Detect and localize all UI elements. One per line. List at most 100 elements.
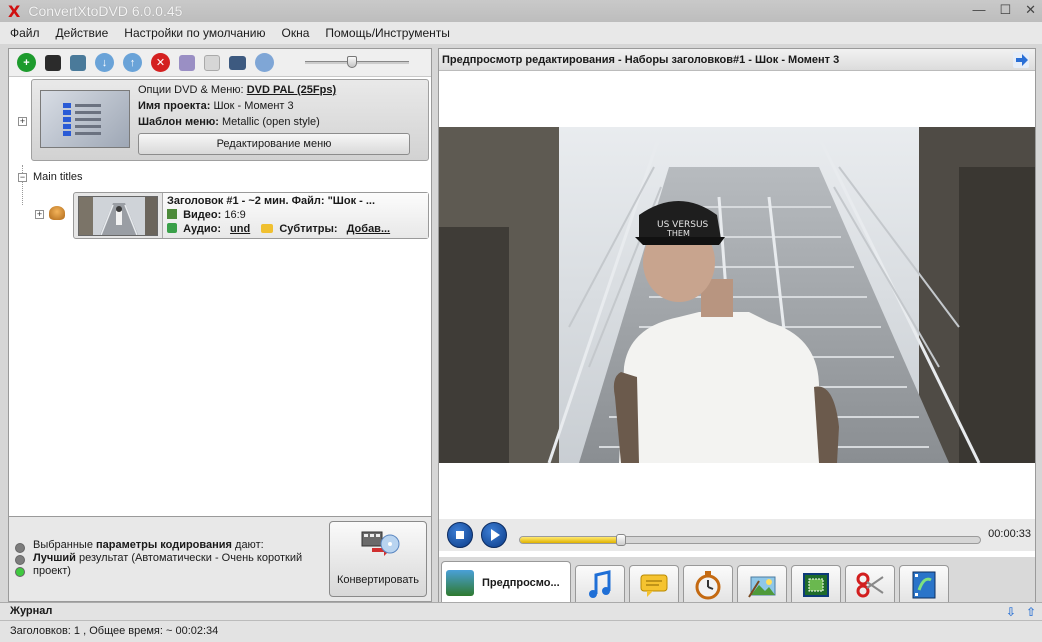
log-controls: ⇩ ⇧ bbox=[1006, 604, 1036, 621]
video-preview[interactable]: US VERSUS THEM bbox=[439, 127, 1035, 463]
image-edit-icon bbox=[748, 576, 776, 598]
project-toolbar: + ↓ ↑ ✕ bbox=[9, 49, 431, 77]
video-icon bbox=[167, 209, 177, 219]
menu-template-value: Metallic (open style) bbox=[221, 116, 320, 128]
seek-bar-fill bbox=[520, 537, 622, 543]
stop-button[interactable] bbox=[447, 522, 473, 548]
disc-icon[interactable] bbox=[255, 53, 274, 72]
tab-subtitles[interactable] bbox=[629, 565, 679, 603]
stop-icon bbox=[456, 531, 464, 539]
tab-image-edit[interactable] bbox=[737, 565, 787, 603]
menu-windows[interactable]: Окна bbox=[281, 26, 309, 40]
dvd-options-label: Опции DVD & Меню: bbox=[138, 84, 244, 96]
title-thumbnail[interactable] bbox=[78, 196, 158, 236]
maximize-icon[interactable]: ☐ bbox=[999, 2, 1011, 18]
audio-link[interactable]: und bbox=[230, 223, 250, 235]
convert-button[interactable]: Конвертировать bbox=[329, 521, 427, 597]
encoding-line-post: дают: bbox=[231, 539, 264, 551]
play-icon bbox=[491, 529, 500, 541]
log-title: Журнал bbox=[10, 605, 53, 617]
status-bar: Заголовков: 1 , Общее время: ~ 00:02:34 bbox=[0, 620, 1042, 642]
project-name-label: Имя проекта: bbox=[138, 100, 211, 112]
title-type-icon bbox=[49, 206, 65, 220]
subtitles-link[interactable]: Добав... bbox=[347, 223, 391, 235]
window-titlebar: X ConvertXtoDVD 6.0.0.45 — ☐ ✕ bbox=[0, 0, 1042, 22]
svg-text:THEM: THEM bbox=[666, 229, 690, 238]
window-controls: — ☐ ✕ bbox=[972, 2, 1036, 18]
menu-bar: Файл Действие Настройки по умолчанию Окн… bbox=[0, 22, 1042, 44]
undock-arrow-icon[interactable] bbox=[1013, 52, 1029, 68]
subtitles-label: Субтитры: bbox=[279, 223, 338, 235]
tools-icon[interactable] bbox=[179, 54, 195, 71]
zoom-slider-thumb[interactable] bbox=[346, 56, 357, 68]
play-button[interactable] bbox=[481, 522, 507, 548]
log-collapse-icon[interactable]: ⇩ bbox=[1006, 604, 1016, 621]
menu-help[interactable]: Помощь/Инструменты bbox=[325, 26, 450, 40]
expand-project-icon[interactable]: + bbox=[18, 117, 27, 126]
convert-button-label: Конвертировать bbox=[336, 574, 420, 586]
dvd-options-box: Опции DVD & Меню: DVD PAL (25Fps) Имя пр… bbox=[31, 79, 429, 161]
playback-time: 00:00:33 bbox=[988, 528, 1031, 540]
add-icon[interactable]: + bbox=[17, 53, 36, 72]
move-down-icon[interactable]: ↓ bbox=[95, 53, 114, 72]
menu-defaults[interactable]: Настройки по умолчанию bbox=[124, 26, 265, 40]
tab-merge[interactable] bbox=[899, 565, 949, 603]
encoding-summary: Выбранные параметры кодирования дают: Лу… bbox=[33, 539, 323, 578]
page-icon[interactable] bbox=[204, 54, 220, 71]
dvd-options-link[interactable]: DVD PAL (25Fps) bbox=[247, 84, 336, 96]
expand-title-icon[interactable]: + bbox=[35, 210, 44, 219]
playback-controls: 00:00:33 bbox=[439, 519, 1035, 551]
monitor-icon[interactable] bbox=[229, 55, 246, 70]
encoding-line-pre: Выбранные bbox=[33, 539, 97, 551]
main-titles-node[interactable]: Main titles bbox=[33, 171, 83, 183]
subtitle-icon bbox=[640, 574, 668, 597]
window-title: ConvertXtoDVD 6.0.0.45 bbox=[28, 3, 183, 19]
remove-icon[interactable]: ✕ bbox=[151, 53, 170, 72]
menu-thumbnail[interactable] bbox=[40, 90, 130, 148]
menu-file[interactable]: Файл bbox=[10, 26, 40, 40]
tab-music[interactable] bbox=[575, 565, 625, 603]
cut-icon bbox=[856, 572, 884, 597]
tab-preview-label: Предпросмо... bbox=[482, 576, 560, 589]
seek-bar[interactable] bbox=[519, 534, 981, 546]
log-bar: Журнал ⇩ ⇧ bbox=[0, 602, 1042, 620]
save-icon[interactable] bbox=[45, 54, 61, 71]
minimize-icon[interactable]: — bbox=[972, 2, 985, 18]
editor-tabs: Предпросмо... bbox=[439, 557, 1035, 603]
preview-tab-icon bbox=[446, 569, 474, 596]
move-up-icon[interactable]: ↑ bbox=[123, 53, 142, 72]
preview-title: Предпросмотр редактирования - Наборы заг… bbox=[442, 54, 840, 66]
merge-icon bbox=[912, 571, 936, 598]
tab-preview[interactable]: Предпросмо... bbox=[441, 561, 571, 603]
zoom-slider[interactable] bbox=[305, 56, 409, 68]
title-item[interactable]: Заголовок #1 - ~2 мин. Файл: "Шок - ... … bbox=[73, 192, 511, 239]
project-name-value: Шок - Момент 3 bbox=[213, 100, 294, 112]
video-frame-image: US VERSUS THEM bbox=[439, 127, 1035, 463]
seek-bar-thumb[interactable] bbox=[616, 534, 627, 546]
crop-icon bbox=[803, 572, 829, 597]
preview-panel: Предпросмотр редактирования - Наборы заг… bbox=[438, 48, 1036, 604]
video-label: Видео: bbox=[183, 209, 222, 221]
tab-cut[interactable] bbox=[845, 565, 895, 603]
menu-template-label: Шаблон меню: bbox=[138, 116, 219, 128]
status-text: Заголовков: 1 , Общее время: ~ 00:02:34 bbox=[10, 625, 219, 637]
tab-chapters[interactable] bbox=[683, 565, 733, 603]
close-window-icon[interactable]: ✕ bbox=[1025, 2, 1036, 18]
encoding-panel: Выбранные параметры кодирования дают: Лу… bbox=[8, 516, 432, 602]
chapters-icon bbox=[695, 570, 721, 599]
audio-label: Аудио: bbox=[183, 223, 221, 235]
quality-lights-icon bbox=[15, 543, 27, 579]
edit-menu-button[interactable]: Редактирование меню bbox=[138, 133, 410, 155]
encoding-line-bold: параметры кодирования bbox=[96, 539, 232, 551]
title-heading: Заголовок #1 - ~2 мин. Файл: "Шок - ... bbox=[167, 195, 376, 207]
preview-header: Предпросмотр редактирования - Наборы заг… bbox=[439, 49, 1035, 71]
video-value: 16:9 bbox=[224, 209, 246, 221]
app-logo-icon: X bbox=[8, 1, 21, 21]
log-expand-icon[interactable]: ⇧ bbox=[1026, 604, 1036, 621]
tab-crop[interactable] bbox=[791, 565, 841, 603]
collapse-main-titles-icon[interactable]: − bbox=[18, 173, 27, 182]
convert-icon bbox=[361, 531, 400, 556]
menu-action[interactable]: Действие bbox=[56, 26, 109, 40]
film-icon[interactable] bbox=[70, 54, 86, 71]
music-icon bbox=[589, 569, 611, 598]
